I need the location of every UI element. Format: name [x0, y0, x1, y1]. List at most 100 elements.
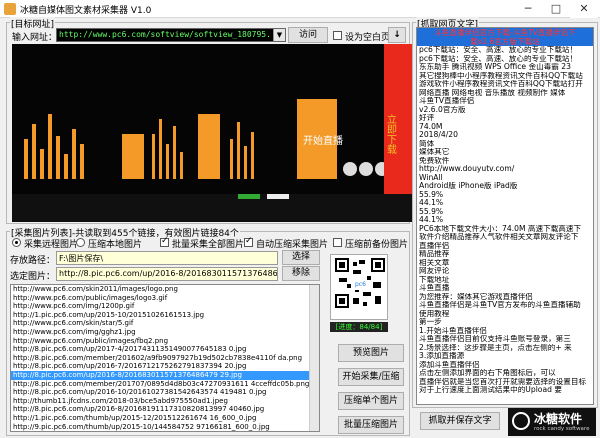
url-label: 输入网址： [12, 33, 58, 43]
qr-code: pc6 [330, 254, 388, 320]
captured-text-line: 免费软件 [419, 156, 450, 165]
image-list-item[interactable]: http://www.pc6.com/img/gghz1.jpg [11, 328, 319, 337]
close-button[interactable]: ✕ [570, 0, 598, 18]
captured-text-line: 东东助手 腾讯视频 WPS Office 金山毒霸 23 [419, 63, 571, 71]
url-dropdown-arrow-icon[interactable]: ▼ [273, 29, 285, 41]
captured-text-line: 对于上行速度上面测试结果中的Upload 要 [419, 386, 562, 394]
image-list-item[interactable]: http://8.pic.pc6.com/up/2016-10/20161027… [11, 388, 319, 397]
blank-page-label: 设为空白页 [345, 33, 391, 43]
captured-text-line: 网友评论 [419, 267, 450, 275]
remote-label: 采集远程图片 [24, 240, 79, 250]
image-list-item[interactable]: http://8.pic.pc6.com/up/2016-8/201681911… [11, 405, 319, 414]
image-list-item[interactable]: http://www.pc6.com/public/images/logo3.g… [11, 294, 319, 303]
title-bar: 冰糖自媒体图文素材采集器 V1.0 ─ □ ✕ [0, 0, 600, 18]
captured-text-line: pc6下载站：安全、高速、放心的专业下载站！ [419, 54, 578, 63]
captured-text-line: 第一步 [419, 318, 442, 326]
batch-all-label: 批量采集全部图片 [172, 240, 245, 250]
captured-text-line: 斗鱼直播 [419, 284, 450, 292]
preview-button[interactable]: 预览图片 [338, 344, 404, 362]
image-list-item[interactable]: http://1.pic.pc6.com/thumb/up/2015-10/20… [11, 431, 319, 432]
banner-start-text: 开始直播 [303, 134, 343, 147]
page-banner-image: 开始直播 立即下载 [12, 44, 412, 222]
save-path-label: 存放路径： [10, 256, 56, 266]
captured-text-line: 斗鱼TV直播伴侣 [419, 97, 475, 105]
image-list-item[interactable]: http://www.pc6.com/skin2011/images/logo.… [11, 285, 319, 294]
captured-text-line: 添加斗鱼直播伴侣 [419, 360, 480, 369]
compress-single-button[interactable]: 压缩单个图片 [338, 392, 404, 410]
captured-text-line: 好评 [419, 114, 435, 122]
image-list-item[interactable]: http://1.pic.pc6.com/up/2015-10/20151026… [11, 311, 319, 320]
auto-compress-label: 自动压缩采集图片 [256, 240, 329, 250]
captured-text-line: http://www.douyutv.com/ [419, 165, 515, 173]
captured-text-line: 55.9% [419, 190, 444, 199]
logo-mark-icon [512, 412, 530, 430]
captured-text-line: 2.场景选择：这步骤是主页，点击左侧的+ 来 [419, 343, 572, 352]
target-legend: [目标网址] [10, 17, 56, 30]
blank-page-checkbox[interactable] [333, 31, 342, 40]
remove-button[interactable]: 移除 [282, 266, 320, 281]
image-list-item[interactable]: http://www.pc6.com/img/1200p.gif [11, 302, 319, 311]
choose-button[interactable]: 选择 [282, 250, 320, 265]
minimize-button[interactable]: ─ [514, 0, 542, 18]
captured-text-line: 为您推荐：媒体其它游戏直播伴侣 [419, 292, 533, 301]
maximize-button[interactable]: □ [542, 0, 570, 18]
url-input[interactable]: http://www.pc6.com/softview/softview_180… [56, 28, 286, 42]
banner-graphic: 开始直播 立即下载 [12, 44, 412, 222]
captured-text-area[interactable]: 斗鱼直播伴侣官方下载-斗鱼TV直播伴侣下 载v2.6官方版下载站 pc6下载站：… [416, 27, 594, 405]
visit-button[interactable]: 访问 [288, 27, 328, 43]
captured-headline-2: 载v2.6官方版下载站 [417, 37, 593, 46]
download-arrow-button[interactable]: ↓ [388, 27, 406, 43]
app-window: 冰糖自媒体图文素材采集器 V1.0 ─ □ ✕ [目标网址] 输入网址： htt… [0, 0, 600, 438]
captured-text-line: 其它搜狗棒中小程序教程资讯文件百科QQ下载站 [419, 71, 583, 80]
image-list-item[interactable]: http://www.pc6.com/public/images/fbq2.pn… [11, 337, 319, 346]
capture-save-button[interactable]: 抓取并保存文字 [420, 412, 500, 430]
auto-compress-checkbox[interactable] [244, 236, 253, 247]
compress-batch-button[interactable]: 批量压缩图片 [338, 416, 404, 434]
remote-radio[interactable] [12, 238, 21, 247]
captured-text-line: 2018/4/20 [419, 131, 458, 139]
image-list-item[interactable]: http://9.pic.pc6.com/thumb/up/2015-10/14… [11, 423, 319, 432]
captured-text-line: 直播伴侣就是当您首次打开就需要选择的设置目标 [419, 377, 587, 386]
captured-text-line: 游戏软件小程序教程资讯文件百科QQ下载站打开 [419, 80, 583, 88]
image-list-item[interactable]: http://8.pic.pc6.com/up/2016-8/201683011… [11, 370, 319, 380]
image-list-item[interactable]: http://8.pic.pc6.com/up/2016-7/201671217… [11, 362, 319, 371]
url-value: http://www.pc6.com/softview/softview_180… [59, 30, 269, 39]
captured-text-line: WinAll [419, 173, 443, 182]
captured-text-line: PC6本地下载文件大小：74.0M 高速下载高速下 [419, 224, 582, 233]
image-list-item[interactable]: http://8.pic.pc6.com/member/201707/0895d… [11, 380, 319, 389]
start-collect-button[interactable]: 开始采集/压缩 [338, 368, 404, 386]
batch-all-checkbox[interactable] [160, 236, 169, 247]
qr-pattern: pc6 [335, 258, 385, 308]
image-list-item[interactable]: http://1.pic.pc6.com/thumb/up/2015-12/20… [11, 414, 319, 423]
brand-logo: 冰糖软件 rock candy software [508, 408, 596, 436]
image-list-item[interactable]: http://thumb11.jfcdns.com/2018-03/bce5ab… [11, 397, 319, 406]
save-path-input[interactable]: F:\图片保存\ [56, 251, 278, 265]
local-radio[interactable] [76, 238, 85, 247]
captured-lines: pc6下载站：安全、高速、放心的专业下载站！ pc6下载站：安全、高速、放心的专业… [417, 46, 593, 395]
local-label: 压缩本地图片 [88, 240, 143, 250]
image-list-item[interactable]: http://8.pic.pc6.com/up/2017-4/201743113… [11, 345, 319, 354]
image-list[interactable]: http://www.pc6.com/skin2011/images/logo.… [10, 284, 320, 432]
list-scrollbar[interactable] [309, 285, 319, 431]
captured-text-line: 下载地址 [419, 275, 450, 284]
image-list-item[interactable]: http://8.pic.pc6.com/member/201602/a9fb9… [11, 354, 319, 363]
captured-text-line: 软件介绍精品推荐人气软件相关文章网友评论下 [419, 233, 579, 241]
captured-text-line: 点击左侧添加界面的右下角图标后，可以 [419, 369, 556, 377]
image-list-body: http://www.pc6.com/skin2011/images/logo.… [11, 285, 319, 432]
captured-text-line: v2.6.0官方版 [419, 105, 466, 114]
captured-text-line: 网络直播 网络电视 音乐播放 视频制作 媒体 [419, 88, 566, 97]
svg-text:pc6: pc6 [355, 281, 366, 288]
app-icon [4, 3, 16, 15]
captured-text-line: 3.添加直播源 [419, 352, 465, 360]
captured-text-line: 44.1% [419, 216, 444, 224]
selected-label: 选定图片： [10, 272, 56, 282]
image-list-item[interactable]: http://www.pc6.com/skin/star/5.gif [11, 319, 319, 328]
captured-text-line: 精品推荐 [419, 250, 450, 258]
captured-text-line: 55.9% [419, 207, 444, 216]
captured-text-line: 简体 [419, 139, 435, 148]
selected-image-input[interactable]: http://8.pic.pc6.com/up/2016-8/201683011… [56, 267, 278, 281]
logo-sub: rock candy software [534, 426, 590, 432]
captured-text-line: 斗鱼直播伴侣目前仅支持斗鱼账号登录，第三 [419, 335, 571, 343]
backup-checkbox[interactable] [333, 238, 342, 247]
captured-text-line: 44.1% [419, 199, 444, 207]
